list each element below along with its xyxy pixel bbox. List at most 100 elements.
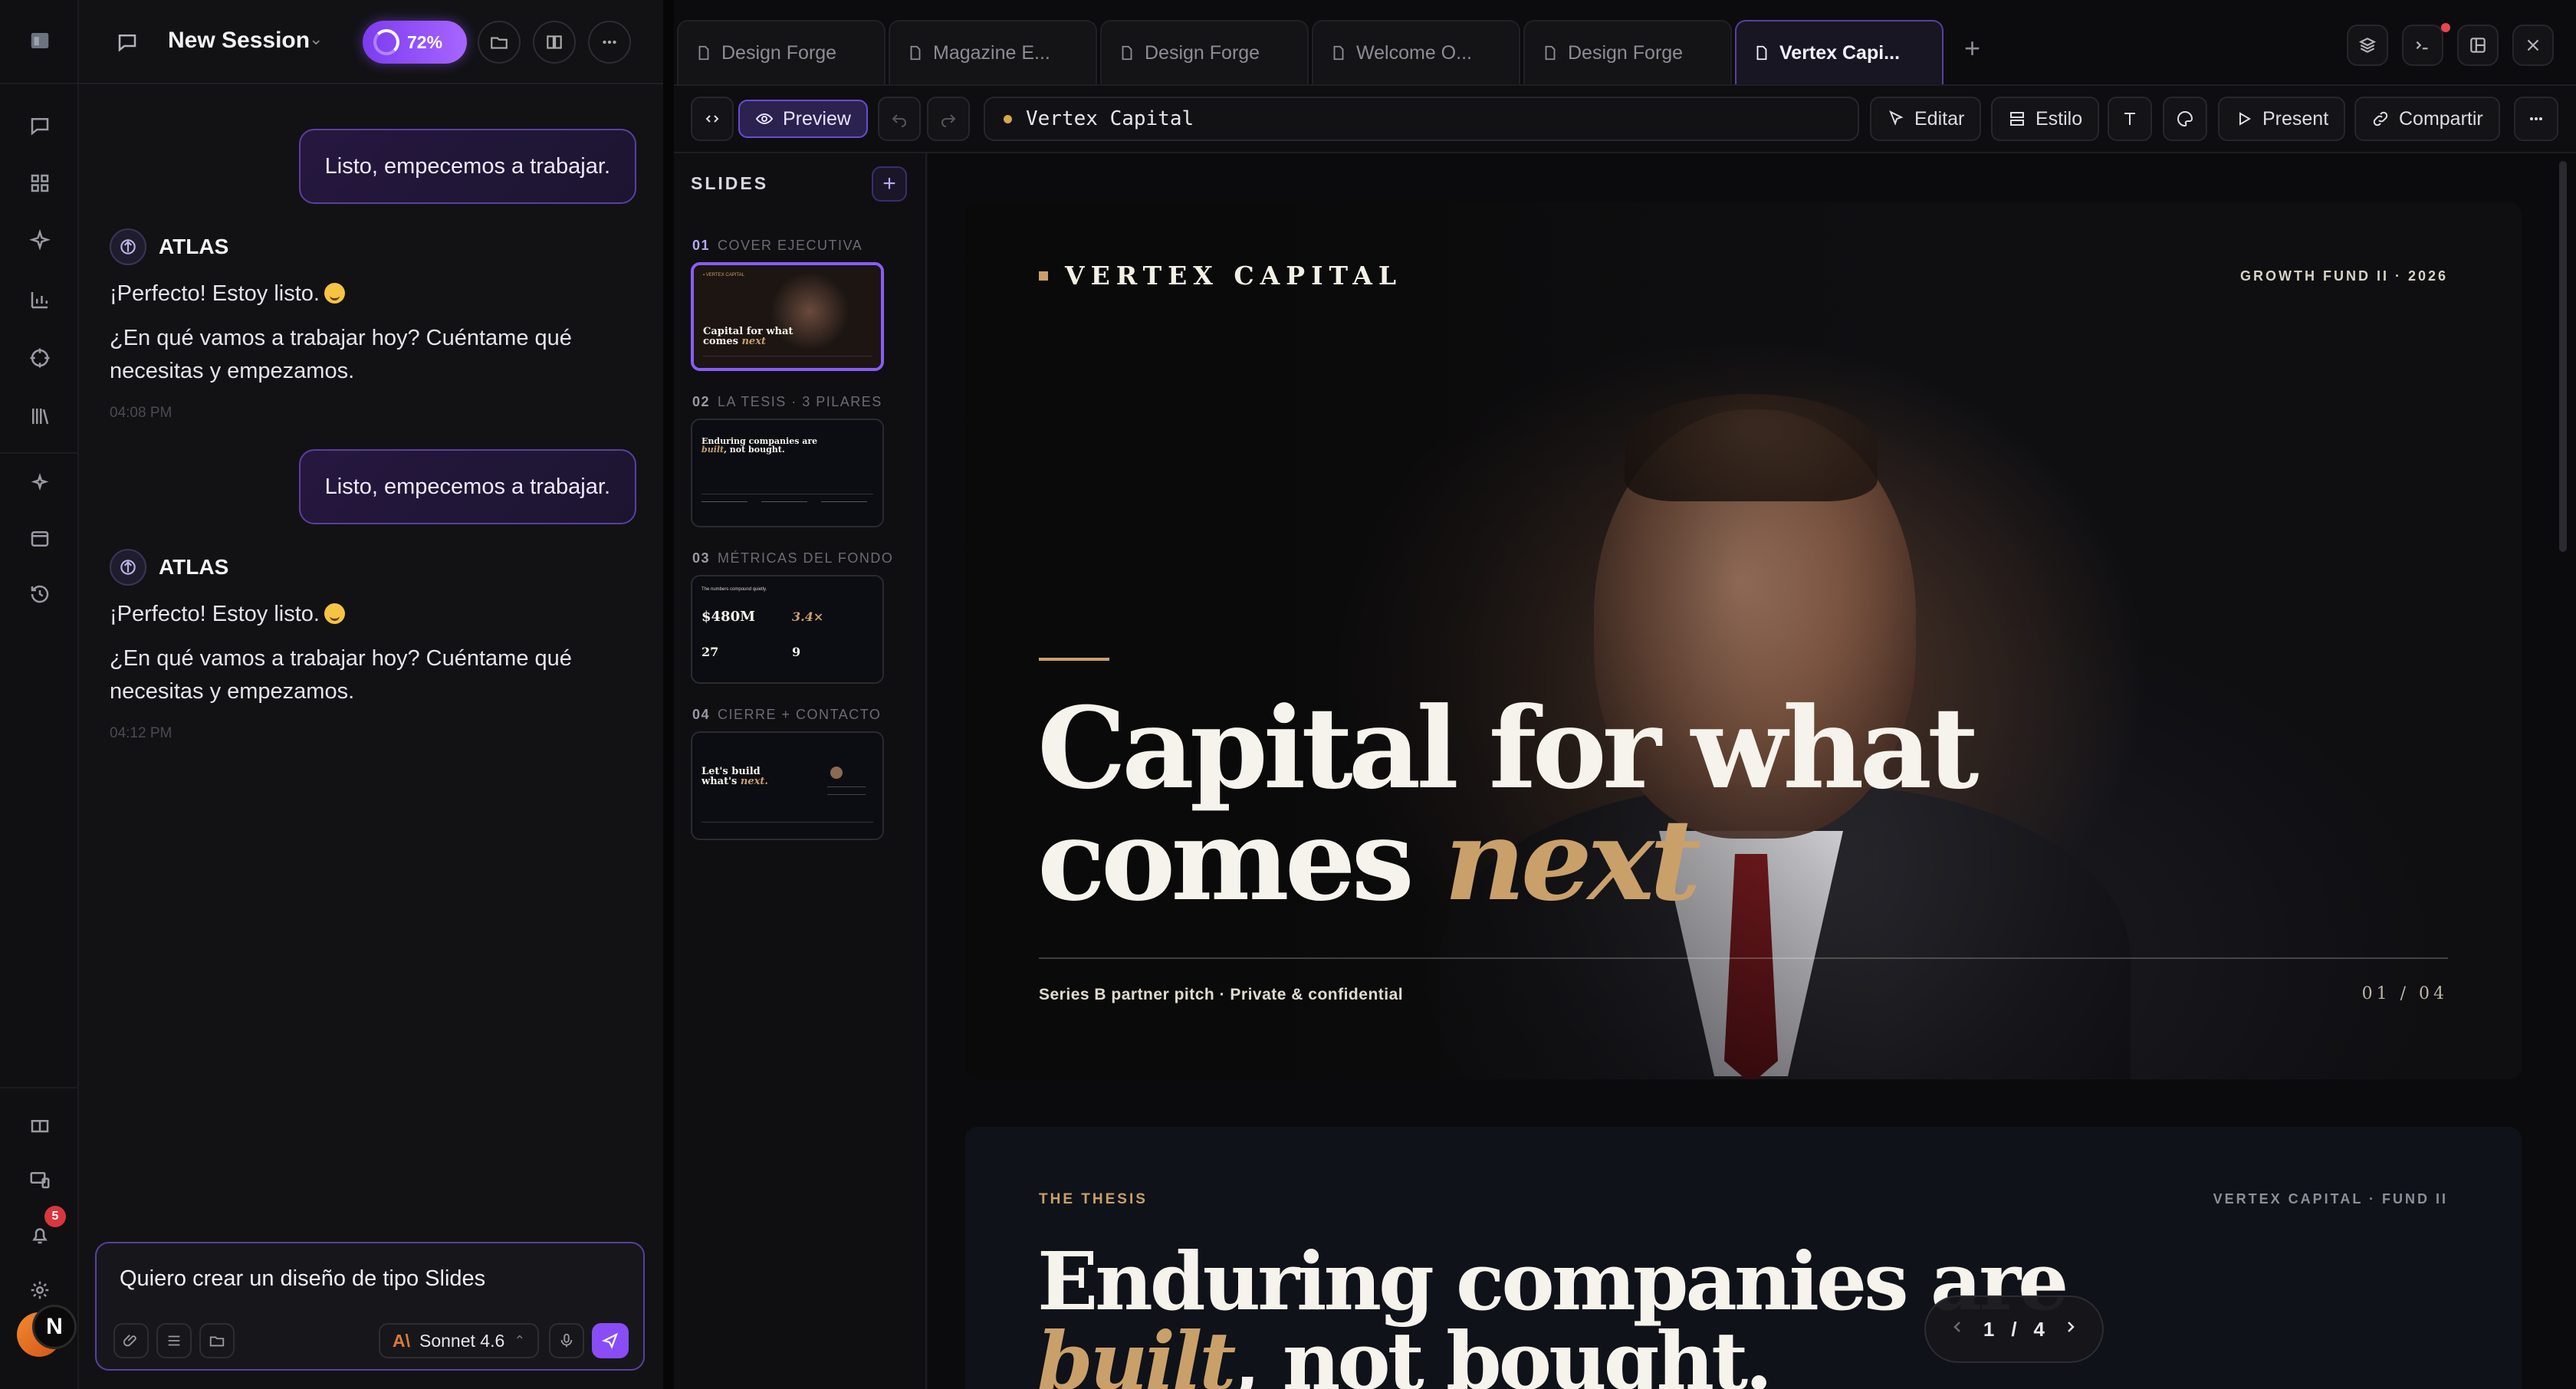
gift-icon[interactable] xyxy=(24,1108,56,1140)
redo-button[interactable] xyxy=(927,97,970,141)
chart-icon[interactable] xyxy=(24,284,56,316)
slide-thumbnail-3[interactable]: The numbers compound quietly. $480M 3.4×… xyxy=(691,575,884,684)
target-icon[interactable] xyxy=(24,342,56,374)
link-icon xyxy=(2373,111,2388,126)
calendar-icon[interactable] xyxy=(24,523,56,555)
folder-button[interactable] xyxy=(478,21,521,64)
tab-bar: Design Forge Magazine E... Design Forge … xyxy=(674,0,2576,86)
devices-icon[interactable] xyxy=(24,1164,56,1196)
style-button[interactable]: Estilo xyxy=(1991,97,2100,141)
tab-design-forge[interactable]: Design Forge xyxy=(677,20,886,84)
prev-slide-icon[interactable] xyxy=(1948,1318,1967,1341)
smile-emoji-icon xyxy=(324,603,345,624)
assistant-message-body: ¿En qué vamos a trabajar hoy? Cuéntame q… xyxy=(110,646,572,704)
status-dot xyxy=(1004,114,1012,123)
pager-current: 1 xyxy=(1983,1317,1995,1341)
palette-button[interactable] xyxy=(2163,97,2207,141)
message-time: 04:08 PM xyxy=(110,405,172,421)
cursor-icon xyxy=(1889,110,1904,126)
next-slide-icon[interactable] xyxy=(2062,1318,2080,1341)
book-button[interactable] xyxy=(533,21,576,64)
message-composer[interactable]: Quiero crear un diseño de tipo Slides A\… xyxy=(95,1242,645,1371)
assistant-message-line: ¡Perfecto! Estoy listo. xyxy=(110,277,616,310)
panel-divider[interactable] xyxy=(663,0,674,1389)
slide-thesis[interactable]: THE THESIS VERTEX CAPITAL · FUND II Endu… xyxy=(965,1127,2522,1389)
slide-label: 01 COVER EJECUTIVA xyxy=(692,238,863,253)
chat-bubble-icon[interactable] xyxy=(110,25,145,60)
composer-input[interactable]: Quiero crear un diseño de tipo Slides xyxy=(120,1266,485,1292)
send-button[interactable] xyxy=(592,1323,629,1358)
user-message: Listo, empecemos a trabajar. xyxy=(298,449,636,524)
preview-button[interactable]: Preview xyxy=(738,100,868,138)
style-icon xyxy=(2010,112,2024,126)
terminal-button[interactable] xyxy=(2402,25,2443,66)
attach-icon[interactable] xyxy=(113,1323,149,1358)
edit-button[interactable]: Editar xyxy=(1870,97,1982,141)
pager-total: 4 xyxy=(2033,1317,2045,1341)
pager-separator: / xyxy=(2011,1317,2017,1341)
notification-badge: 5 xyxy=(44,1206,66,1227)
settings-icon[interactable] xyxy=(24,1274,56,1306)
grid-icon[interactable] xyxy=(24,167,56,199)
mic-icon[interactable] xyxy=(549,1323,584,1358)
folder-icon[interactable] xyxy=(199,1323,235,1358)
tab-magazine[interactable]: Magazine E... xyxy=(889,20,1097,84)
slide-label: 04 CIERRE + CONTACTO xyxy=(692,707,882,722)
sparkle-icon[interactable] xyxy=(24,225,56,257)
slide-thumbnail-4[interactable]: Let's build what's next. xyxy=(691,731,884,840)
file-icon xyxy=(1122,45,1132,61)
assistant-name: ATLAS xyxy=(159,555,229,579)
atlas-logo-icon xyxy=(110,228,146,265)
session-title[interactable]: New Session xyxy=(168,28,310,54)
undo-button[interactable] xyxy=(878,97,921,141)
share-button[interactable]: Compartir xyxy=(2354,97,2500,141)
more-icon xyxy=(2530,117,2542,120)
code-view-button[interactable] xyxy=(691,97,734,141)
app-logo-icon[interactable] xyxy=(24,25,56,57)
user-avatar[interactable]: N xyxy=(32,1305,77,1349)
new-tab-icon[interactable]: + xyxy=(1964,32,1980,64)
tab-design-forge[interactable]: Design Forge xyxy=(1100,20,1309,84)
editor-app: Design Forge Magazine E... Design Forge … xyxy=(674,0,2576,1389)
magic-icon[interactable] xyxy=(24,468,56,500)
layout-button[interactable] xyxy=(2457,25,2499,66)
more-button[interactable] xyxy=(588,21,631,64)
slide-thumbnail-2[interactable]: Enduring companies are built, not bought. xyxy=(691,419,884,527)
chevron-down-icon[interactable]: ⌄ xyxy=(309,29,323,49)
footer-caption: Series B partner pitch · Private & confi… xyxy=(1039,986,1404,1003)
tab-vertex-capital[interactable]: Vertex Capi... xyxy=(1735,20,1944,84)
more-options-button[interactable] xyxy=(2514,97,2558,141)
text-tool-button[interactable] xyxy=(2108,97,2152,141)
context-progress[interactable]: 72% xyxy=(363,21,467,64)
slide-label: 02 LA TESIS · 3 PILARES xyxy=(692,394,882,409)
slide-number: 01 / 04 xyxy=(2361,984,2448,1003)
assistant-header: ATLAS xyxy=(110,228,228,265)
chat-panel: New Session ⌄ 72% Listo, empecemos a tra… xyxy=(79,0,663,1389)
slides-panel: SLIDES + 01 COVER EJECUTIVA ▪ VERTEX CAPI… xyxy=(674,153,927,1389)
address-bar[interactable]: Vertex Capital xyxy=(984,97,1859,141)
model-selector[interactable]: A\ Sonnet 4.6 ⌃ xyxy=(379,1323,540,1358)
close-button[interactable] xyxy=(2512,25,2554,66)
tab-welcome[interactable]: Welcome O... xyxy=(1312,20,1520,84)
progress-ring-icon xyxy=(373,29,399,55)
library-icon[interactable] xyxy=(24,400,56,432)
tab-design-forge[interactable]: Design Forge xyxy=(1523,20,1732,84)
layers-button[interactable] xyxy=(2347,25,2388,66)
file-icon xyxy=(1545,45,1556,61)
slide-thumbnail-1[interactable]: ▪ VERTEX CAPITAL Capital for what comes n… xyxy=(691,262,884,371)
assistant-message-body: ¿En qué vamos a trabajar hoy? Cuéntame q… xyxy=(110,326,572,383)
icon-rail: 5 N xyxy=(0,0,79,1389)
thesis-kicker: THE THESIS xyxy=(1039,1191,1148,1207)
slide-pager: 1 / 4 xyxy=(1924,1295,2104,1363)
canvas-scrollbar[interactable] xyxy=(2559,161,2567,552)
present-button[interactable]: Present xyxy=(2218,97,2346,141)
assistant-name: ATLAS xyxy=(159,235,229,258)
history-icon[interactable] xyxy=(24,578,56,610)
add-slide-button[interactable]: + xyxy=(872,166,907,202)
fund-label: GROWTH FUND II · 2026 xyxy=(2239,268,2448,284)
slide-cover[interactable]: VERTEX CAPITAL GROWTH FUND II · 2026 Cap… xyxy=(965,202,2522,1079)
chat-header: New Session ⌄ 72% xyxy=(79,0,663,84)
chat-icon[interactable] xyxy=(24,110,56,142)
sliders-icon[interactable] xyxy=(156,1323,192,1358)
palette-icon xyxy=(2177,110,2193,127)
